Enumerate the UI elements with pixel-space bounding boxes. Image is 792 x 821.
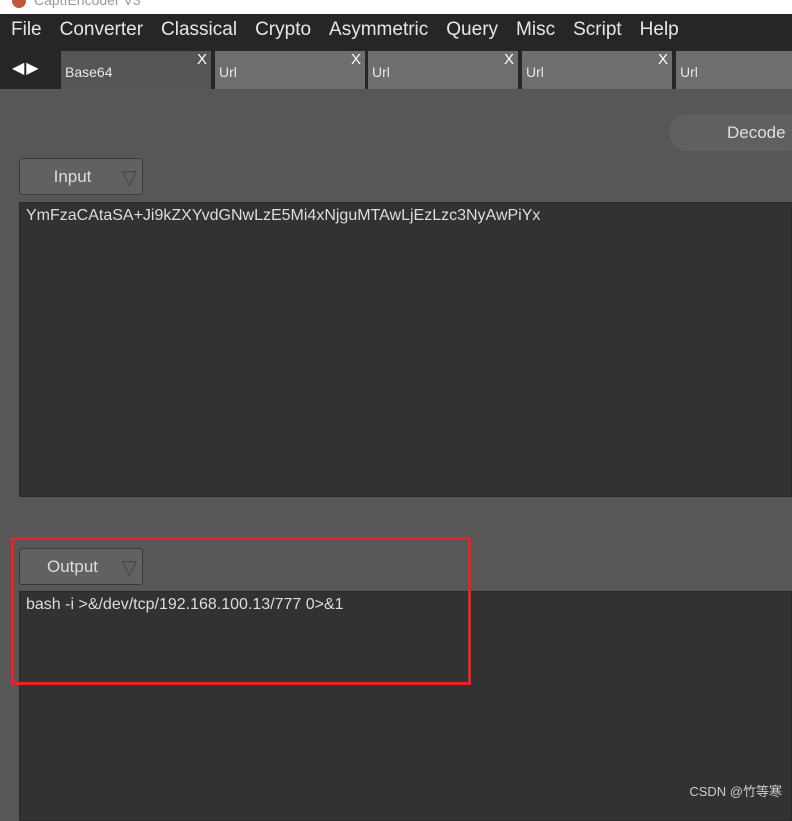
app-icon <box>12 0 26 8</box>
chevron-down-icon: ▽ <box>121 167 137 189</box>
close-icon[interactable]: X <box>658 51 668 68</box>
menu-bar: File Converter Classical Crypto Asymmetr… <box>0 14 792 46</box>
tab-url[interactable]: Url X <box>522 51 672 89</box>
tab-label: Url <box>526 64 544 80</box>
window-title: CaptfEncoder V3 <box>34 0 141 8</box>
menu-query[interactable]: Query <box>437 19 507 41</box>
menu-script[interactable]: Script <box>564 19 631 41</box>
menu-file[interactable]: File <box>2 19 51 41</box>
tab-label: Base64 <box>65 64 113 80</box>
menu-misc[interactable]: Misc <box>507 19 564 41</box>
tab-url[interactable]: Url X <box>215 51 365 89</box>
tab-url[interactable]: Url <box>676 51 792 89</box>
tab-label: Url <box>219 64 237 80</box>
window-titlebar: CaptfEncoder V3 <box>0 0 792 14</box>
decode-button[interactable]: Decode <box>669 114 792 151</box>
close-icon[interactable]: X <box>197 51 207 68</box>
tab-label: Url <box>680 64 698 80</box>
close-icon[interactable]: X <box>504 51 514 68</box>
tab-base64[interactable]: Base64 X <box>61 51 211 89</box>
menu-help[interactable]: Help <box>631 19 688 41</box>
input-textarea[interactable]: YmFzaCAtaSA+Ji9kZXYvdGNwLzE5Mi4xNjguMTAw… <box>19 202 792 497</box>
menu-asymmetric[interactable]: Asymmetric <box>320 19 437 41</box>
watermark: CSDN @竹等寒 <box>689 784 782 799</box>
menu-converter[interactable]: Converter <box>51 19 152 41</box>
tab-bar: ◀▶ Base64 X Url X Url X Url X Url <box>0 46 792 89</box>
highlight-annotation <box>11 537 471 685</box>
menu-crypto[interactable]: Crypto <box>246 19 320 41</box>
input-mode-dropdown[interactable]: Input ▽ <box>19 158 143 195</box>
tab-label: Url <box>372 64 390 80</box>
tab-nav-arrows-icon[interactable]: ◀▶ <box>12 58 41 78</box>
tab-url[interactable]: Url X <box>368 51 518 89</box>
dropdown-label: Input <box>53 167 92 186</box>
close-icon[interactable]: X <box>351 51 361 68</box>
menu-classical[interactable]: Classical <box>152 19 246 41</box>
